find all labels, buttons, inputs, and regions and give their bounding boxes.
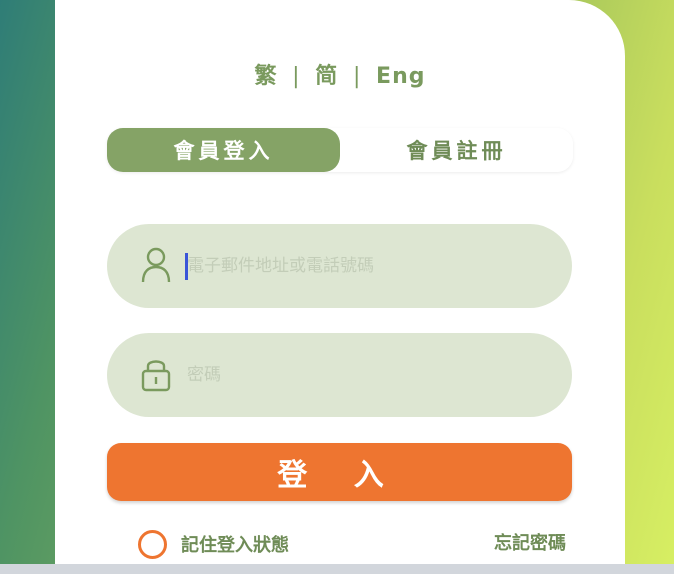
lang-separator: | <box>292 64 301 89</box>
lang-english[interactable]: Eng <box>376 64 425 89</box>
account-input-placeholder: 電子郵件地址或電話號碼 <box>187 256 374 276</box>
lang-traditional[interactable]: 繁 <box>254 58 277 90</box>
login-button[interactable]: 登 入 <box>107 443 572 501</box>
remember-radio[interactable] <box>138 529 167 559</box>
user-icon <box>141 247 171 283</box>
lang-separator: | <box>352 64 362 89</box>
account-field[interactable]: 電子郵件地址或電話號碼 <box>107 224 572 308</box>
tab-register[interactable]: 會員註冊 <box>340 128 573 172</box>
auth-tabs: 會員登入 會員註冊 <box>107 128 573 172</box>
password-field[interactable]: 密碼 <box>107 333 572 417</box>
forgot-password-link[interactable]: 忘記密碼 <box>494 529 566 555</box>
remember-label: 記住登入狀態 <box>181 535 289 556</box>
tab-login[interactable]: 會員登入 <box>107 128 340 172</box>
lang-simplified[interactable]: 简 <box>315 58 338 90</box>
language-switcher: 繁 | 简 | Eng <box>0 58 674 90</box>
bottom-bar <box>0 564 674 574</box>
remember-login[interactable]: 記住登入狀態 <box>138 527 289 561</box>
password-input-placeholder: 密碼 <box>187 365 221 385</box>
lock-icon <box>141 356 171 392</box>
